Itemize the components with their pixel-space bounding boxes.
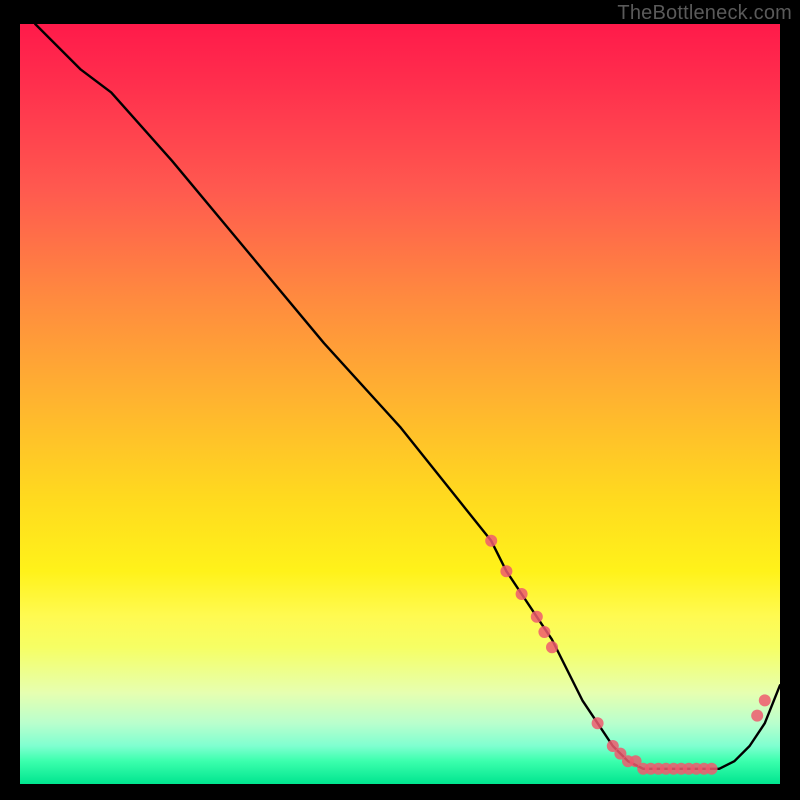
data-marker [516, 588, 528, 600]
data-marker [706, 763, 718, 775]
data-marker [546, 641, 558, 653]
data-marker [531, 611, 543, 623]
data-marker [592, 717, 604, 729]
chart-container: TheBottleneck.com [0, 0, 800, 800]
data-marker [538, 626, 550, 638]
plot-area [20, 24, 780, 784]
curve-markers [485, 535, 771, 775]
curve-line [35, 24, 780, 769]
chart-svg [20, 24, 780, 784]
data-marker [751, 710, 763, 722]
data-marker [759, 694, 771, 706]
data-marker [485, 535, 497, 547]
data-marker [500, 565, 512, 577]
watermark-text: TheBottleneck.com [617, 2, 792, 25]
